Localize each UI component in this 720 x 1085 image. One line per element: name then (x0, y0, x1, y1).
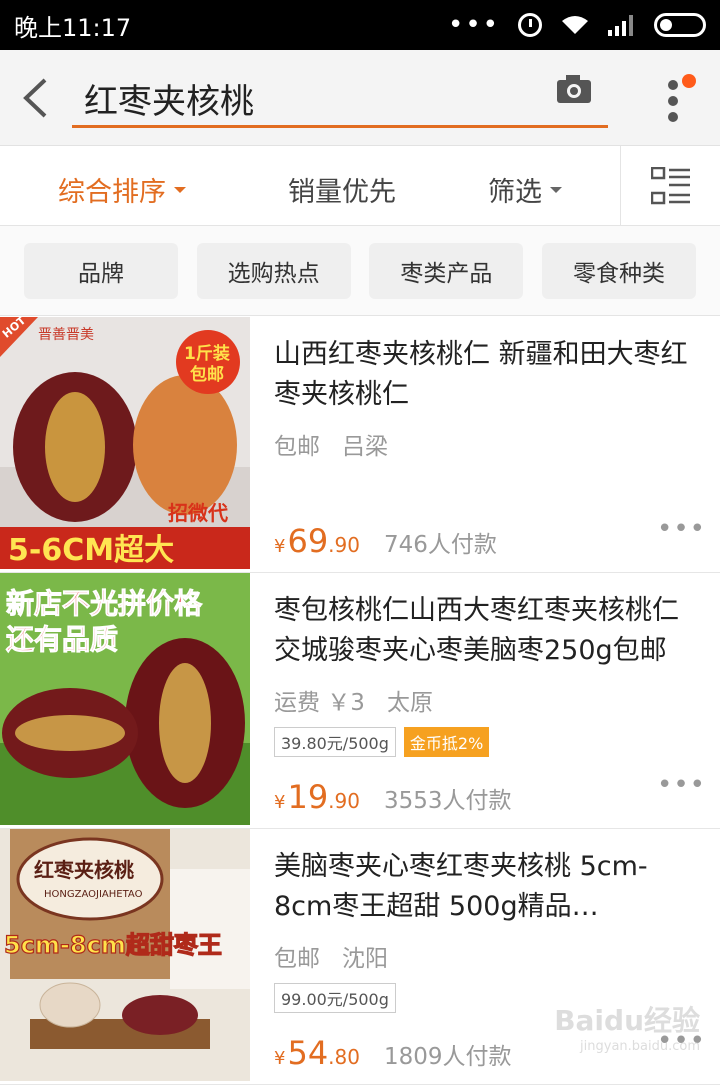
more-dot (668, 96, 678, 106)
item-more-button[interactable]: ••• (657, 770, 706, 800)
price-integer: 19 (287, 778, 329, 816)
status-time: 晚上11:17 (14, 13, 132, 42)
camera-search-button[interactable] (556, 74, 596, 114)
product-location: 吕梁 (342, 434, 388, 460)
more-menu-button[interactable] (658, 70, 698, 130)
bag-title: 红枣夹核桃 (34, 858, 134, 882)
price-integer: 69 (287, 522, 329, 560)
product-location: 沈阳 (342, 946, 388, 972)
thumb-side-text: 招微代 (168, 501, 228, 525)
baidu-watermark: Baidu经验 jingyan.baidu.com (554, 999, 700, 1054)
product-sold-count: 3553人付款 (383, 788, 512, 814)
sort-sales[interactable]: 销量优先 (288, 170, 396, 209)
product-list: HOT 晋善晋美 1斤装 包邮 招微代 5-6CM超大 山西红枣夹核桃仁 新疆和… (0, 317, 720, 1085)
camera-icon (557, 75, 591, 103)
product-shipping: 包邮 (274, 946, 320, 972)
product-item[interactable]: 红枣夹核桃 HONGZAOJIAHETAO 5cm-8cm超甜枣王 美脑枣夹心枣… (0, 829, 720, 1085)
product-thumbnail[interactable]: 红枣夹核桃 HONGZAOJIAHETAO 5cm-8cm超甜枣王 (0, 829, 250, 1081)
product-shipping: 包邮 (274, 434, 320, 460)
thumb-banner: 5-6CM超大 (8, 533, 174, 568)
alarm-icon (518, 13, 542, 37)
search-input[interactable]: 红枣夹核桃 (72, 72, 608, 128)
thumb-line-1: 新店不光拼价格 (6, 587, 203, 620)
price-integer: 54 (287, 1034, 329, 1072)
view-toggle-button[interactable] (620, 146, 720, 226)
filter-label: 筛选 (488, 177, 542, 208)
watermark-url: jingyan.baidu.com (580, 1039, 700, 1054)
back-button[interactable] (0, 50, 70, 146)
more-dot (668, 112, 678, 122)
chip-jujube-products[interactable]: 枣类产品 (369, 242, 524, 299)
price-currency: ¥ (274, 536, 286, 557)
chip-brand[interactable]: 品牌 (24, 242, 178, 299)
wifi-icon (560, 14, 590, 36)
list-view-icon (650, 167, 690, 205)
price-decimal: .90 (328, 533, 360, 557)
more-dots-icon (668, 80, 678, 90)
chevron-left-icon (23, 78, 47, 117)
thumb-badge-weight: 1斤装 (184, 343, 230, 364)
thumb-banner: 5cm-8cm超甜枣王 (4, 931, 222, 959)
product-thumbnail[interactable]: HOT 晋善晋美 1斤装 包邮 招微代 5-6CM超大 (0, 317, 250, 569)
sort-bar: 综合排序 销量优先 筛选 (0, 146, 720, 226)
coin-discount-tag: 金币抵2% (403, 727, 490, 757)
product-title[interactable]: 枣包核桃仁山西大枣红枣夹核桃仁交城骏枣夹心枣美脑枣250g包邮 (274, 591, 694, 671)
signal-icon (608, 14, 636, 36)
product-thumbnail[interactable]: 新店不光拼价格 还有品质 (0, 573, 250, 825)
thumb-badge-shipping: 包邮 (190, 364, 224, 385)
more-status-icon: ••• (447, 10, 500, 40)
notification-dot (682, 74, 696, 88)
price-currency: ¥ (274, 1048, 286, 1069)
thumb-line-2: 还有品质 (6, 623, 118, 656)
price-currency: ¥ (274, 792, 286, 813)
chip-snack-type[interactable]: 零食种类 (541, 242, 696, 299)
price-decimal: .90 (328, 789, 360, 813)
product-price: ¥ 54 .80 (274, 1034, 360, 1072)
product-price: ¥ 69 .90 (274, 522, 360, 560)
search-query: 红枣夹核桃 (84, 82, 254, 122)
battery-icon (654, 13, 706, 37)
sort-composite-label: 综合排序 (58, 177, 166, 208)
chevron-down-icon (550, 186, 562, 193)
product-item[interactable]: HOT 晋善晋美 1斤装 包邮 招微代 5-6CM超大 山西红枣夹核桃仁 新疆和… (0, 317, 720, 573)
sort-sales-label: 销量优先 (288, 177, 396, 208)
product-title[interactable]: 山西红枣夹核桃仁 新疆和田大枣红枣夹核桃仁 (274, 335, 694, 415)
chip-hot-points[interactable]: 选购热点 (196, 242, 351, 299)
product-sold-count: 1809人付款 (383, 1044, 512, 1070)
chevron-down-icon (174, 186, 186, 193)
search-header: 红枣夹核桃 (0, 50, 720, 146)
item-more-button[interactable]: ••• (657, 514, 706, 544)
product-title[interactable]: 美脑枣夹心枣红枣夹核桃 5cm-8cm枣王超甜 500g精品… (274, 847, 694, 927)
product-item[interactable]: 新店不光拼价格 还有品质 枣包核桃仁山西大枣红枣夹核桃仁交城骏枣夹心枣美脑枣25… (0, 573, 720, 829)
filter-button[interactable]: 筛选 (488, 170, 562, 209)
watermark-brand: Baidu经验 (554, 1004, 700, 1037)
bag-subtitle: HONGZAOJIAHETAO (44, 889, 143, 900)
sort-composite[interactable]: 综合排序 (58, 170, 186, 209)
unit-price-tag: 39.80元/500g (274, 727, 396, 757)
filter-chips: 品牌 选购热点 枣类产品 零食种类 (0, 226, 720, 316)
product-shipping: 运费 ￥3 (274, 690, 365, 716)
product-sold-count: 746人付款 (383, 532, 497, 558)
price-decimal: .80 (328, 1045, 360, 1069)
thumb-brand: 晋善晋美 (38, 327, 94, 343)
product-location: 太原 (386, 690, 433, 716)
unit-price-tag: 99.00元/500g (274, 983, 396, 1013)
status-bar: 晚上11:17 ••• (0, 0, 720, 50)
product-price: ¥ 19 .90 (274, 778, 360, 816)
